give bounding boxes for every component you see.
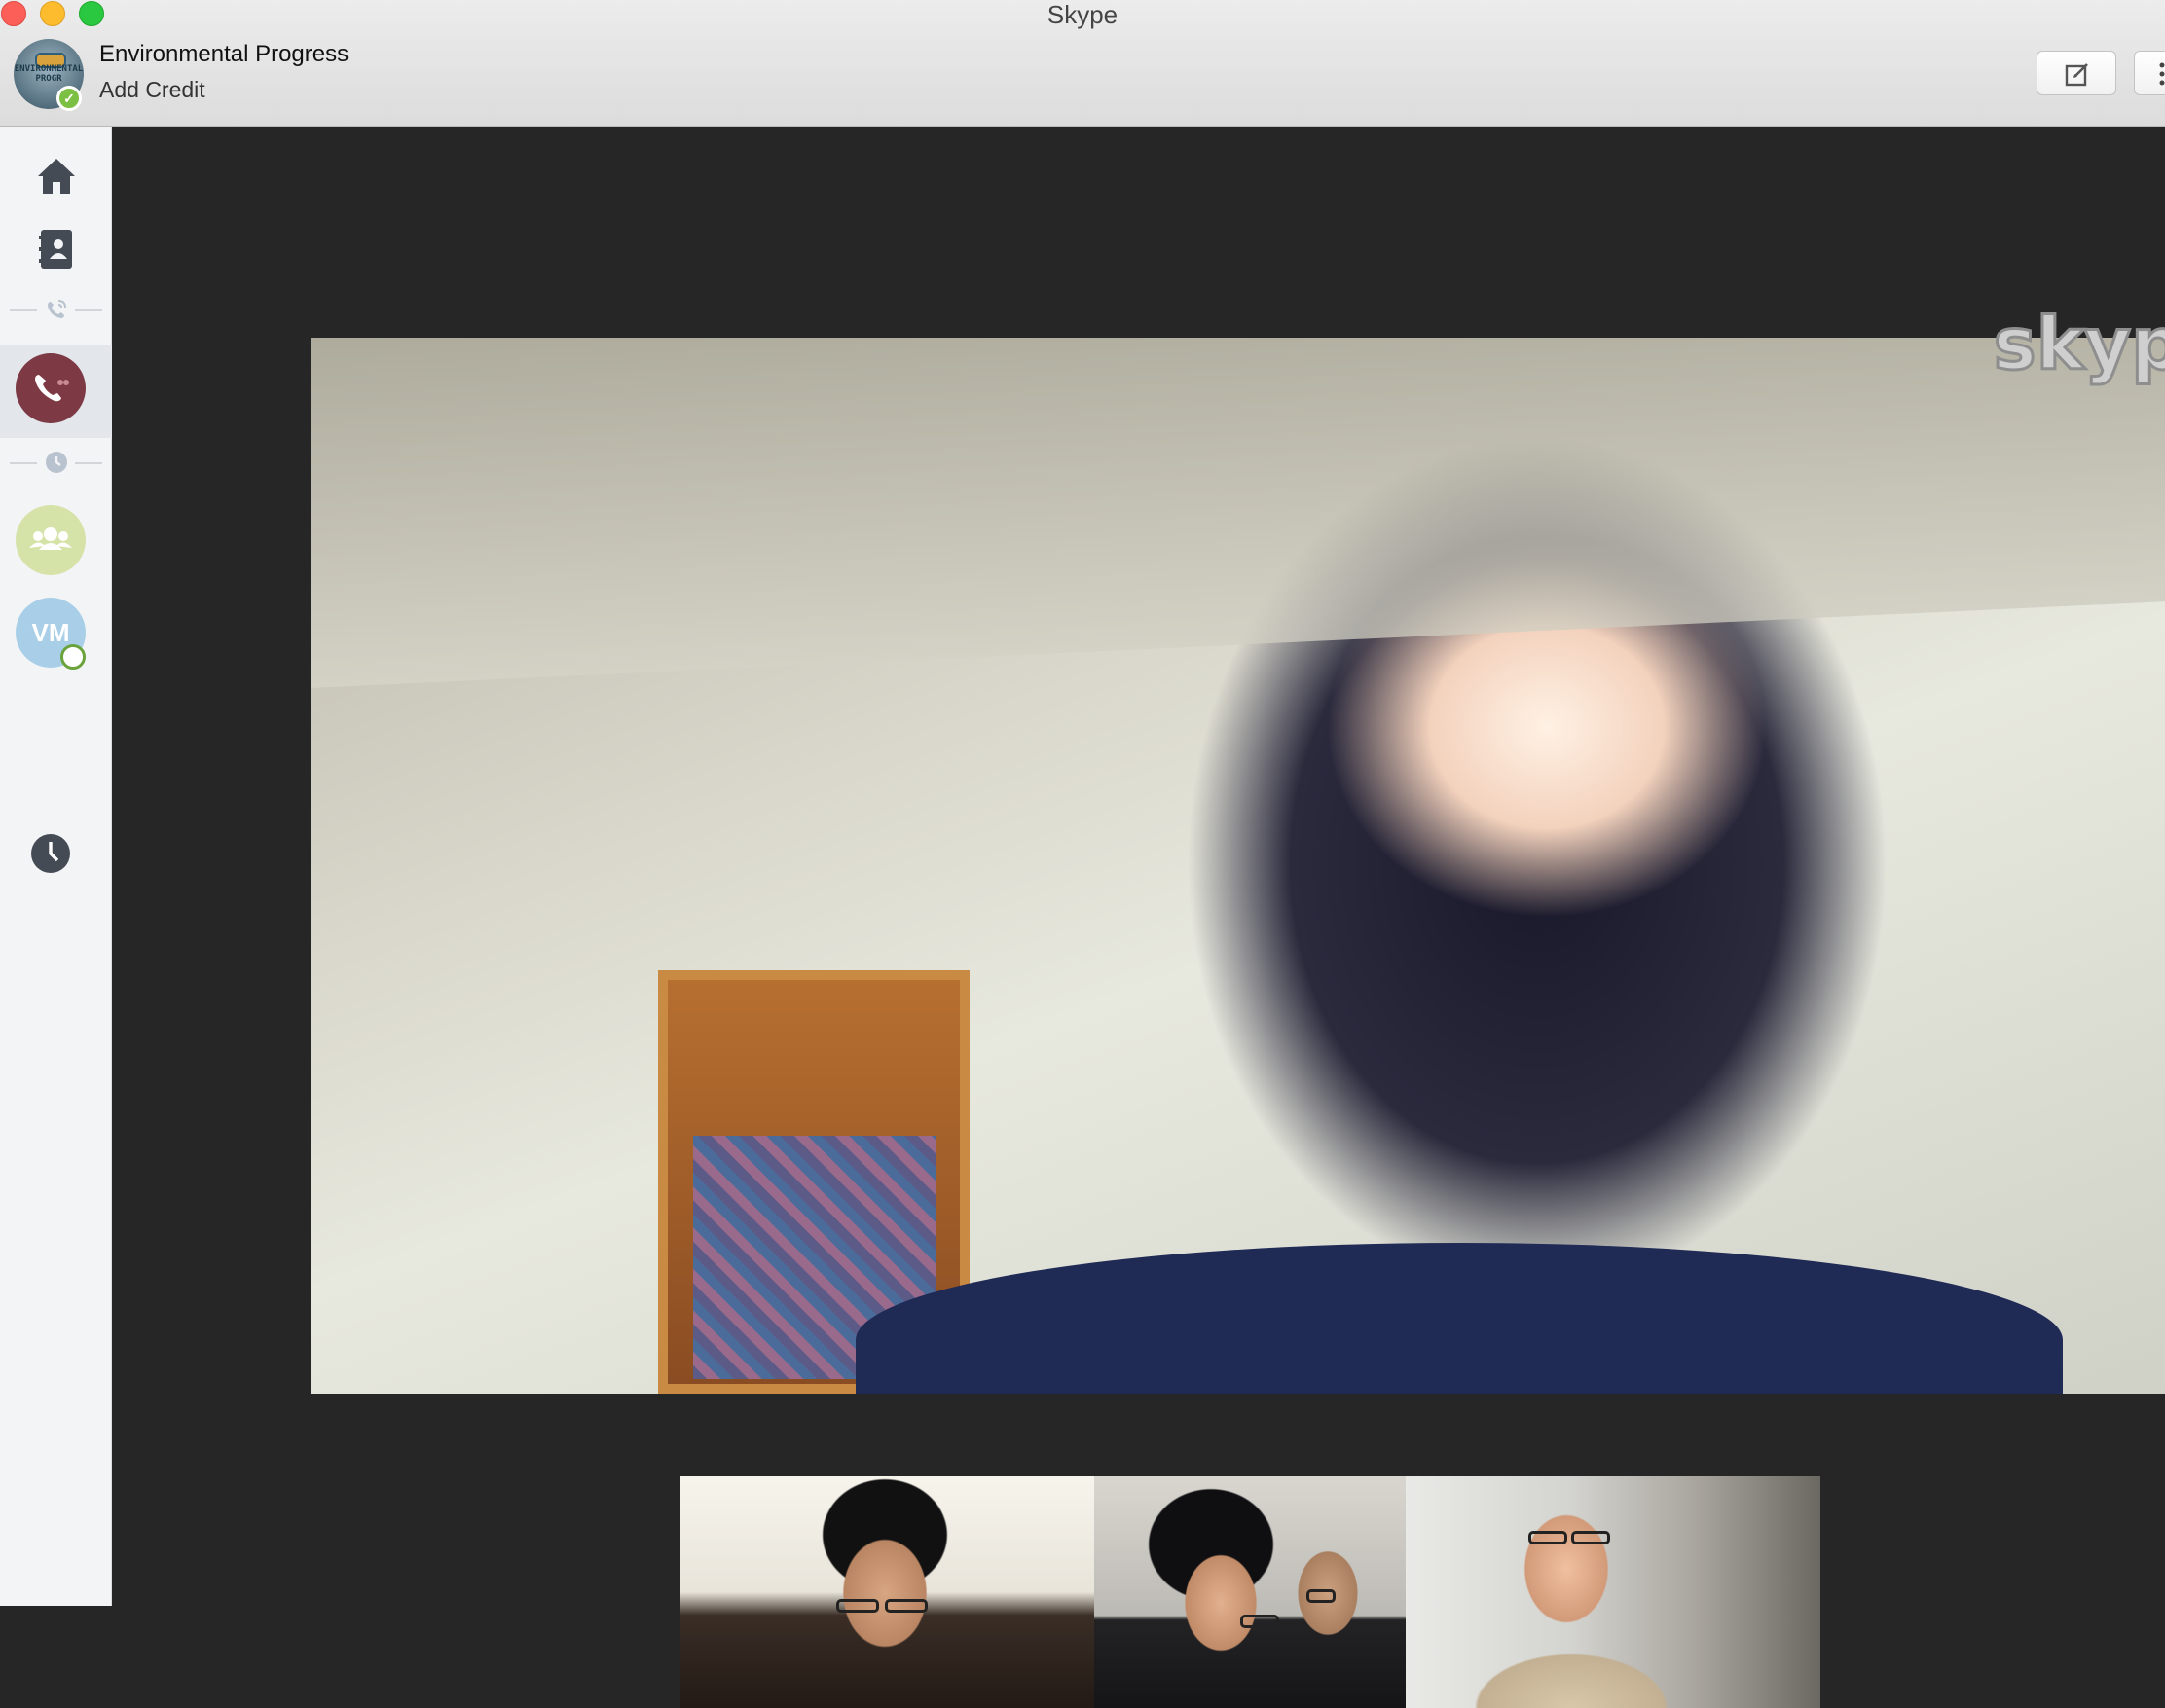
main-video-feed[interactable] (311, 338, 2165, 1394)
phone-icon (35, 375, 69, 402)
more-options-button[interactable] (2134, 51, 2165, 95)
home-icon (37, 159, 75, 194)
calls-divider (10, 296, 102, 325)
group-icon (29, 527, 72, 550)
add-credit-link[interactable]: Add Credit (99, 77, 205, 103)
participant-thumbnails (680, 1476, 1820, 1708)
compose-button[interactable] (2037, 51, 2116, 95)
participant-video[interactable] (680, 1476, 1094, 1708)
sidebar-item-home[interactable] (0, 155, 112, 198)
group-call-button[interactable] (16, 505, 86, 575)
skype-logo: skype TM (1996, 302, 2165, 388)
sidebar-item-history[interactable] (30, 833, 71, 879)
account-name[interactable]: Environmental Progress (99, 41, 349, 68)
phone-ringing-icon (48, 300, 66, 318)
participant-video[interactable] (1094, 1476, 1406, 1708)
contacts-book-icon (38, 230, 72, 269)
window-title: Skype (1046, 0, 1119, 29)
title-bar: Skype ENVIRONMENTAL PROGR ✓ Environmenta… (0, 0, 2165, 127)
recent-divider (10, 449, 102, 478)
clock-icon (31, 834, 70, 873)
call-video-area: skype TM (112, 127, 2165, 1708)
participant-video[interactable] (1406, 1476, 1820, 1708)
active-call-button[interactable] (16, 353, 86, 423)
sidebar-item-contacts[interactable] (0, 227, 112, 272)
skype-watermark-text: skype (1996, 303, 2165, 386)
more-icon (2159, 62, 2165, 86)
clock-icon (46, 452, 67, 473)
sidebar: VM (0, 127, 112, 1606)
avatar-logo-text: ENVIRONMENTAL PROGR (14, 64, 84, 84)
online-check-icon: ✓ (56, 86, 82, 111)
presence-status-icon (60, 644, 86, 670)
compose-icon (2065, 63, 2088, 87)
